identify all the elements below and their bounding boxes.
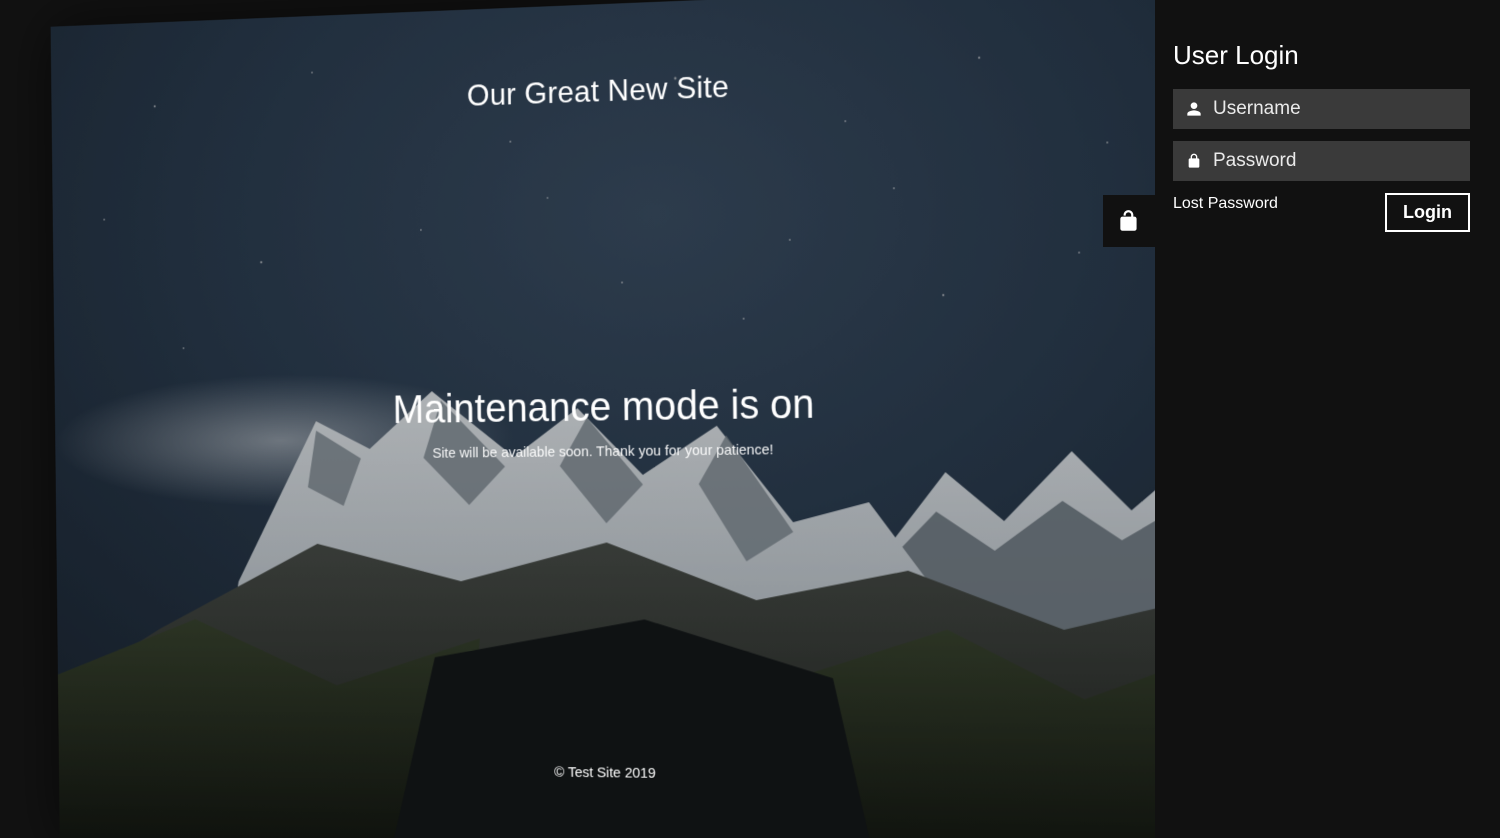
main-stage: Our Great New Site Maintenance mode is o… (0, 0, 1155, 838)
maintenance-heading: Maintenance mode is on (55, 375, 1155, 437)
login-toggle-tab[interactable] (1103, 195, 1155, 247)
username-input[interactable] (1213, 98, 1460, 120)
maintenance-block: Maintenance mode is on Site will be avai… (55, 375, 1155, 465)
footer-copyright: © Test Site 2019 (59, 759, 1155, 788)
username-field-wrapper[interactable] (1173, 89, 1470, 129)
hero-content: Our Great New Site Maintenance mode is o… (51, 0, 1155, 838)
unlock-icon (1116, 208, 1142, 234)
login-actions-row: Lost Password Login (1173, 193, 1470, 232)
maintenance-subtext: Site will be available soon. Thank you f… (55, 437, 1155, 465)
login-panel: User Login Lost Password Login (1155, 0, 1500, 838)
lock-icon (1183, 153, 1205, 169)
login-panel-title: User Login (1173, 40, 1470, 71)
hero-panel: Our Great New Site Maintenance mode is o… (51, 0, 1155, 838)
password-field-wrapper[interactable] (1173, 141, 1470, 181)
user-icon (1183, 101, 1205, 117)
site-title: Our Great New Site (467, 69, 729, 114)
login-button[interactable]: Login (1385, 193, 1470, 232)
lost-password-link[interactable]: Lost Password (1173, 195, 1278, 213)
password-input[interactable] (1213, 150, 1460, 172)
